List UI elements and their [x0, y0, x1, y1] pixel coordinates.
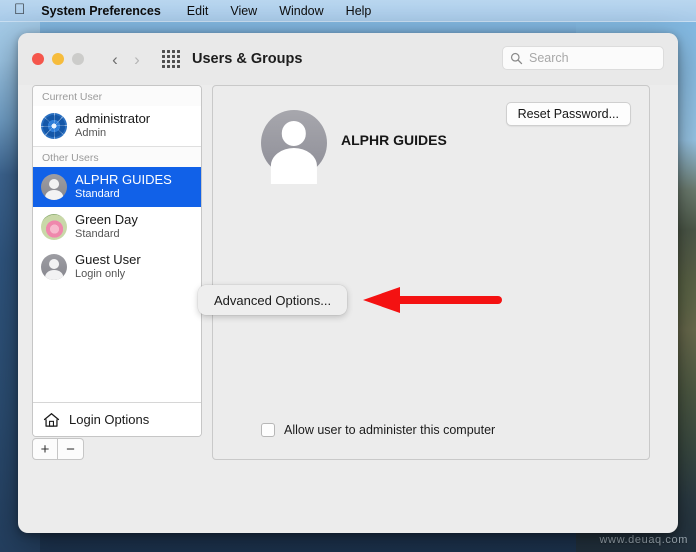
selected-user-name: ALPHR GUIDES [341, 132, 447, 148]
list-item-alphr-guides[interactable]: ALPHR GUIDES Standard [33, 167, 201, 207]
user-name: Guest User [75, 252, 141, 268]
show-all-grid-icon[interactable] [162, 50, 180, 68]
user-name: ALPHR GUIDES [75, 172, 172, 188]
window-content: Current User administrator Admin Other U… [18, 85, 678, 533]
login-options-label: Login Options [69, 412, 150, 427]
allow-administer-label: Allow user to administer this computer [284, 423, 496, 437]
menu-item-window[interactable]: Window [279, 4, 323, 18]
user-role: Standard [75, 228, 120, 241]
add-user-button[interactable]: + [32, 438, 58, 460]
home-icon [43, 412, 60, 427]
apple-icon[interactable]:  [14, 2, 25, 17]
menu-item-view[interactable]: View [230, 4, 257, 18]
menu-item-help[interactable]: Help [346, 4, 372, 18]
allow-administer-checkbox[interactable] [261, 423, 275, 437]
list-item-guest-user[interactable]: Guest User Login only [33, 247, 201, 287]
person-avatar [41, 174, 67, 200]
user-detail-panel: ALPHR GUIDES Reset Password... Allow use… [212, 85, 650, 460]
zoom-button[interactable] [72, 53, 84, 65]
user-avatar-large[interactable] [261, 110, 327, 176]
login-options-row[interactable]: Login Options [33, 402, 201, 436]
menu-bar:  System Preferences Edit View Window He… [0, 0, 696, 22]
menu-item-system-preferences[interactable]: System Preferences [41, 4, 161, 18]
search-placeholder: Search [529, 51, 569, 65]
admin-checkbox-row[interactable]: Allow user to administer this computer [261, 423, 495, 437]
system-preferences-window: ‹ › Users & Groups Search Current User a… [18, 33, 678, 533]
remove-user-button[interactable]: − [58, 438, 84, 460]
user-role: Admin [75, 127, 107, 140]
list-item-green-day[interactable]: Green Day Standard [33, 207, 201, 247]
flower-blue-avatar [41, 113, 67, 139]
red-arrow-annotation [363, 287, 502, 313]
add-remove-user-buttons: + − [32, 438, 84, 460]
reset-password-button[interactable]: Reset Password... [505, 102, 631, 126]
search-field[interactable]: Search [502, 46, 664, 70]
forward-button[interactable]: › [126, 46, 148, 72]
back-button[interactable]: ‹ [104, 46, 126, 72]
group-header-other-users: Other Users [33, 146, 201, 167]
page-title: Users & Groups [192, 51, 303, 67]
site-watermark: www.deuaq.com [599, 534, 688, 546]
advanced-options-popup[interactable]: Advanced Options... [198, 285, 348, 315]
search-icon [510, 52, 523, 64]
user-name: Green Day [75, 212, 138, 228]
user-role: Standard [75, 188, 120, 201]
user-name: administrator [75, 111, 151, 127]
user-role: Login only [75, 268, 126, 281]
minimize-button[interactable] [52, 53, 64, 65]
person-avatar [41, 254, 67, 280]
menu-item-edit[interactable]: Edit [187, 4, 209, 18]
group-header-current-user: Current User [33, 86, 201, 106]
window-titlebar: ‹ › Users & Groups Search [18, 33, 678, 85]
flower-pink-avatar [41, 214, 67, 240]
users-list-sidebar: Current User administrator Admin Other U… [32, 85, 202, 437]
traffic-lights [32, 53, 84, 65]
list-item-administrator[interactable]: administrator Admin [33, 106, 201, 146]
close-button[interactable] [32, 53, 44, 65]
